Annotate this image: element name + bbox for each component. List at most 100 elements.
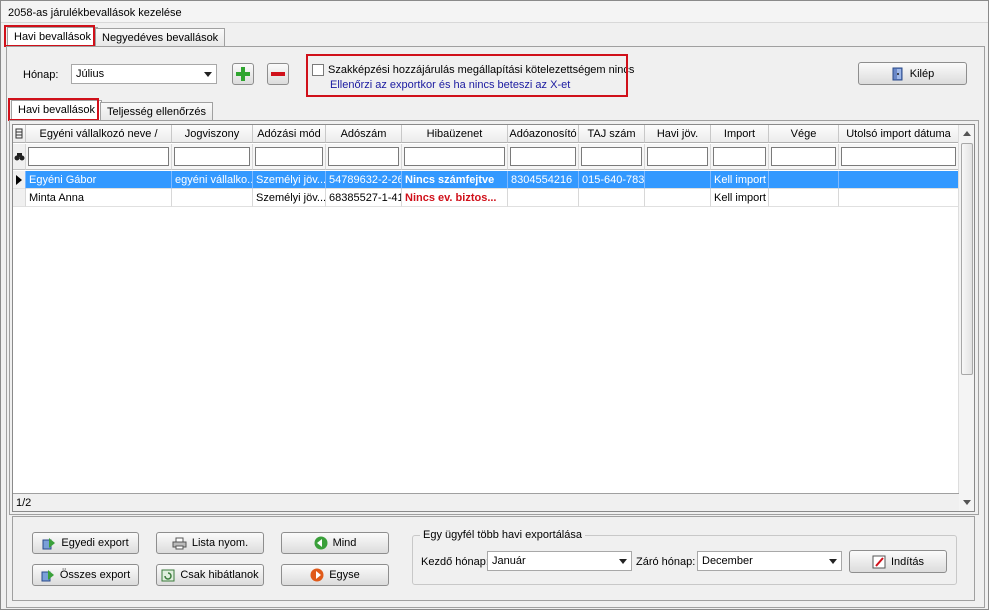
- month-label: Hónap:: [23, 69, 59, 81]
- scrollbar-thumb[interactable]: [961, 143, 973, 375]
- filter-name[interactable]: [26, 144, 172, 170]
- chevron-down-icon: [619, 559, 627, 564]
- inditas-label: Indítás: [890, 555, 925, 568]
- add-month-button[interactable]: [232, 63, 254, 85]
- scroll-down-icon[interactable]: [960, 495, 974, 509]
- bevallasok-grid: Egyéni vállalkozó neve / Jogviszony Adóz…: [12, 124, 975, 512]
- col-header-adozasi-mod[interactable]: Adózási mód: [253, 125, 326, 143]
- exit-label: Kilép: [909, 67, 935, 80]
- window-title: 2058-as járulékbevallások kezelése: [1, 1, 988, 23]
- month-select[interactable]: Július: [71, 64, 217, 84]
- binoculars-icon[interactable]: [13, 144, 26, 170]
- egyedi-export-label: Egyedi export: [61, 537, 129, 549]
- csak-hibatlanok-label: Csak hibátlanok: [180, 569, 259, 581]
- exit-button[interactable]: Kilép: [858, 62, 967, 85]
- egyse-label: Egyse: [329, 569, 360, 581]
- filter-jogviszony[interactable]: [172, 144, 253, 170]
- tab-teljesseg-ellenorzes[interactable]: Teljesség ellenőrzés: [100, 102, 214, 121]
- tab-negyedeves-bevallasok[interactable]: Negyedéves bevallások: [95, 28, 226, 47]
- filter-adoszam[interactable]: [326, 144, 402, 170]
- col-header-hibauzenet[interactable]: Hibaüzenet: [402, 125, 508, 143]
- col-header-adoazonosito[interactable]: Adóazonosító: [508, 125, 579, 143]
- chevron-down-icon: [204, 72, 212, 77]
- current-row-arrow-icon: [16, 175, 22, 185]
- cell-taj-szam: 015-640-783: [579, 171, 645, 189]
- cell-utolso-import: [839, 189, 959, 207]
- start-month-value: Január: [492, 555, 526, 567]
- egyedi-export-button[interactable]: Egyedi export: [32, 532, 139, 554]
- csak-hibatlanok-button[interactable]: Csak hibátlanok: [156, 564, 264, 586]
- end-month-value: December: [702, 555, 753, 567]
- filter-taj-szam[interactable]: [579, 144, 645, 170]
- col-header-taj-szam[interactable]: TAJ szám: [579, 125, 645, 143]
- main-window: 2058-as járulékbevallások kezelése Havi …: [0, 0, 989, 610]
- arrow-left-icon: [314, 536, 328, 550]
- end-month-label: Záró hónap:: [636, 556, 696, 568]
- cell-hibauzenet: Nincs számfejtve: [402, 171, 508, 189]
- filter-vege[interactable]: [769, 144, 839, 170]
- export-icon: [42, 537, 56, 549]
- col-header-adoszam[interactable]: Adószám: [326, 125, 402, 143]
- osszes-export-label: Összes export: [59, 569, 131, 581]
- col-header-jogviszony[interactable]: Jogviszony: [172, 125, 253, 143]
- highlight-box-inner-tab: [8, 98, 99, 121]
- row-indicator: [13, 189, 26, 207]
- egyse-button[interactable]: Egyse: [281, 564, 389, 586]
- chevron-down-icon: [829, 559, 837, 564]
- highlight-box-checkbox: [306, 54, 628, 97]
- cell-adoszam: 54789632-2-26: [326, 171, 402, 189]
- col-header-name[interactable]: Egyéni vállalkozó neve /: [26, 125, 172, 143]
- plus-icon: [236, 67, 250, 81]
- cell-import: Kell import: [711, 189, 769, 207]
- filter-hibauzenet[interactable]: [402, 144, 508, 170]
- cell-hibauzenet: Nincs ev. biztos...: [402, 189, 508, 207]
- cell-jogviszony: egyéni vállalko...: [172, 171, 253, 189]
- cell-adoazonosito: 8304554216: [508, 171, 579, 189]
- remove-month-button[interactable]: [267, 63, 289, 85]
- cell-adoazonosito: [508, 189, 579, 207]
- inditas-button[interactable]: Indítás: [849, 550, 947, 573]
- grid-vertical-scrollbar[interactable]: [958, 125, 974, 511]
- col-header-havi-jov[interactable]: Havi jöv.: [645, 125, 711, 143]
- filter-adoazonosito[interactable]: [508, 144, 579, 170]
- column-chooser-icon[interactable]: [13, 125, 26, 143]
- cell-adozasi-mod: Személyi jöv...: [253, 189, 326, 207]
- filter-havi-jov[interactable]: [645, 144, 711, 170]
- col-header-vege[interactable]: Vége: [769, 125, 839, 143]
- arrow-right-icon: [310, 568, 324, 582]
- minus-icon: [271, 72, 285, 76]
- start-month-label: Kezdő hónap:: [421, 556, 489, 568]
- cell-utolso-import: [839, 171, 959, 189]
- start-month-select[interactable]: Január: [487, 551, 632, 571]
- record-indicator: 1/2: [13, 493, 959, 511]
- highlight-box-top-tab: [4, 25, 95, 47]
- table-row[interactable]: Minta Anna Személyi jöv... 68385527-1-41…: [13, 189, 959, 207]
- col-header-utolso-import[interactable]: Utolsó import dátuma: [839, 125, 959, 143]
- osszes-export-button[interactable]: Összes export: [32, 564, 139, 586]
- end-month-select[interactable]: December: [697, 551, 842, 571]
- filter-import[interactable]: [711, 144, 769, 170]
- lista-nyom-label: Lista nyom.: [191, 537, 249, 549]
- table-row[interactable]: Egyéni Gábor egyéni vállalko... Személyi…: [13, 171, 959, 189]
- row-indicator: [13, 171, 26, 189]
- cell-import: Kell import: [711, 171, 769, 189]
- edit-pencil-icon: [872, 555, 886, 568]
- cell-name: Egyéni Gábor: [26, 171, 172, 189]
- printer-icon: [172, 537, 187, 549]
- export-icon: [41, 569, 54, 581]
- cell-havi-jov: [645, 171, 711, 189]
- scroll-up-icon[interactable]: [960, 127, 974, 141]
- cell-adoszam: 68385527-1-41: [326, 189, 402, 207]
- filter-utolso-import[interactable]: [839, 144, 959, 170]
- filter-refresh-icon: [161, 569, 175, 581]
- cell-taj-szam: [579, 189, 645, 207]
- cell-name: Minta Anna: [26, 189, 172, 207]
- door-icon: [892, 67, 903, 80]
- cell-havi-jov: [645, 189, 711, 207]
- month-value: Július: [76, 68, 105, 80]
- filter-adozasi-mod[interactable]: [253, 144, 326, 170]
- lista-nyom-button[interactable]: Lista nyom.: [156, 532, 264, 554]
- multi-month-export-title: Egy ügyfél több havi exportálása: [420, 529, 585, 541]
- col-header-import[interactable]: Import: [711, 125, 769, 143]
- mind-button[interactable]: Mind: [281, 532, 389, 554]
